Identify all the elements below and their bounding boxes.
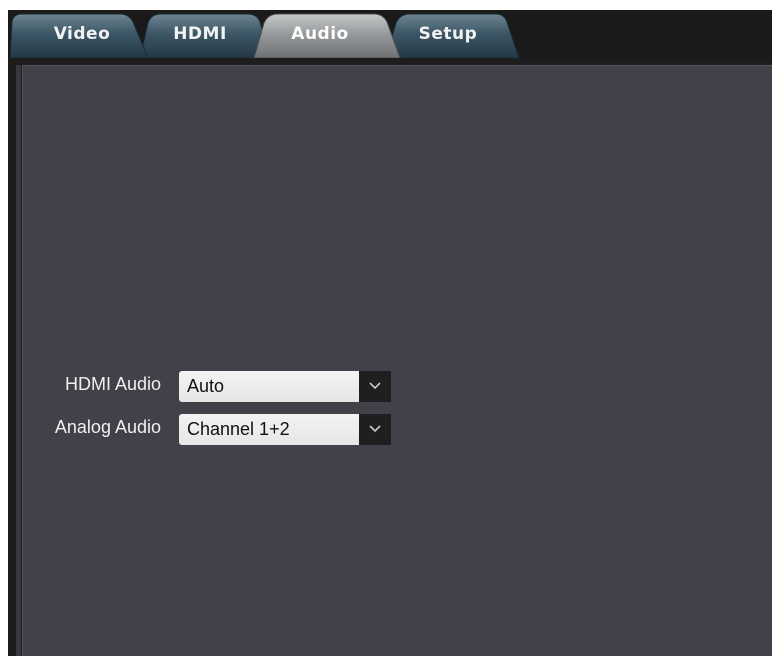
tab-content-area: HDMI Audio Auto Analog Audio Channel 1+2	[8, 58, 772, 656]
chevron-down-icon	[369, 382, 381, 390]
analog-audio-dropdown-button[interactable]	[359, 414, 391, 445]
audio-settings-panel: HDMI Audio Auto Analog Audio Channel 1+2	[22, 65, 772, 656]
hdmi-audio-value[interactable]: Auto	[179, 371, 359, 402]
hdmi-audio-dropdown-button[interactable]	[359, 371, 391, 402]
tab-audio[interactable]: Audio	[280, 24, 360, 44]
analog-audio-label: Analog Audio	[54, 417, 161, 437]
app-window: Video HDMI Audio Setup HDMI Audio Auto A…	[8, 10, 772, 656]
tab-setup[interactable]: Setup	[408, 24, 488, 44]
analog-audio-value[interactable]: Channel 1+2	[179, 414, 359, 445]
tab-bar: Video HDMI Audio Setup	[8, 10, 772, 58]
hdmi-audio-label: HDMI Audio	[64, 374, 161, 394]
tab-hdmi[interactable]: HDMI	[160, 24, 240, 44]
analog-audio-select[interactable]: Channel 1+2	[179, 414, 391, 445]
tab-video[interactable]: Video	[42, 24, 122, 44]
panel-edge	[16, 65, 21, 656]
tab-shapes	[9, 13, 520, 58]
hdmi-audio-select[interactable]: Auto	[179, 371, 391, 402]
chevron-down-icon	[369, 425, 381, 433]
